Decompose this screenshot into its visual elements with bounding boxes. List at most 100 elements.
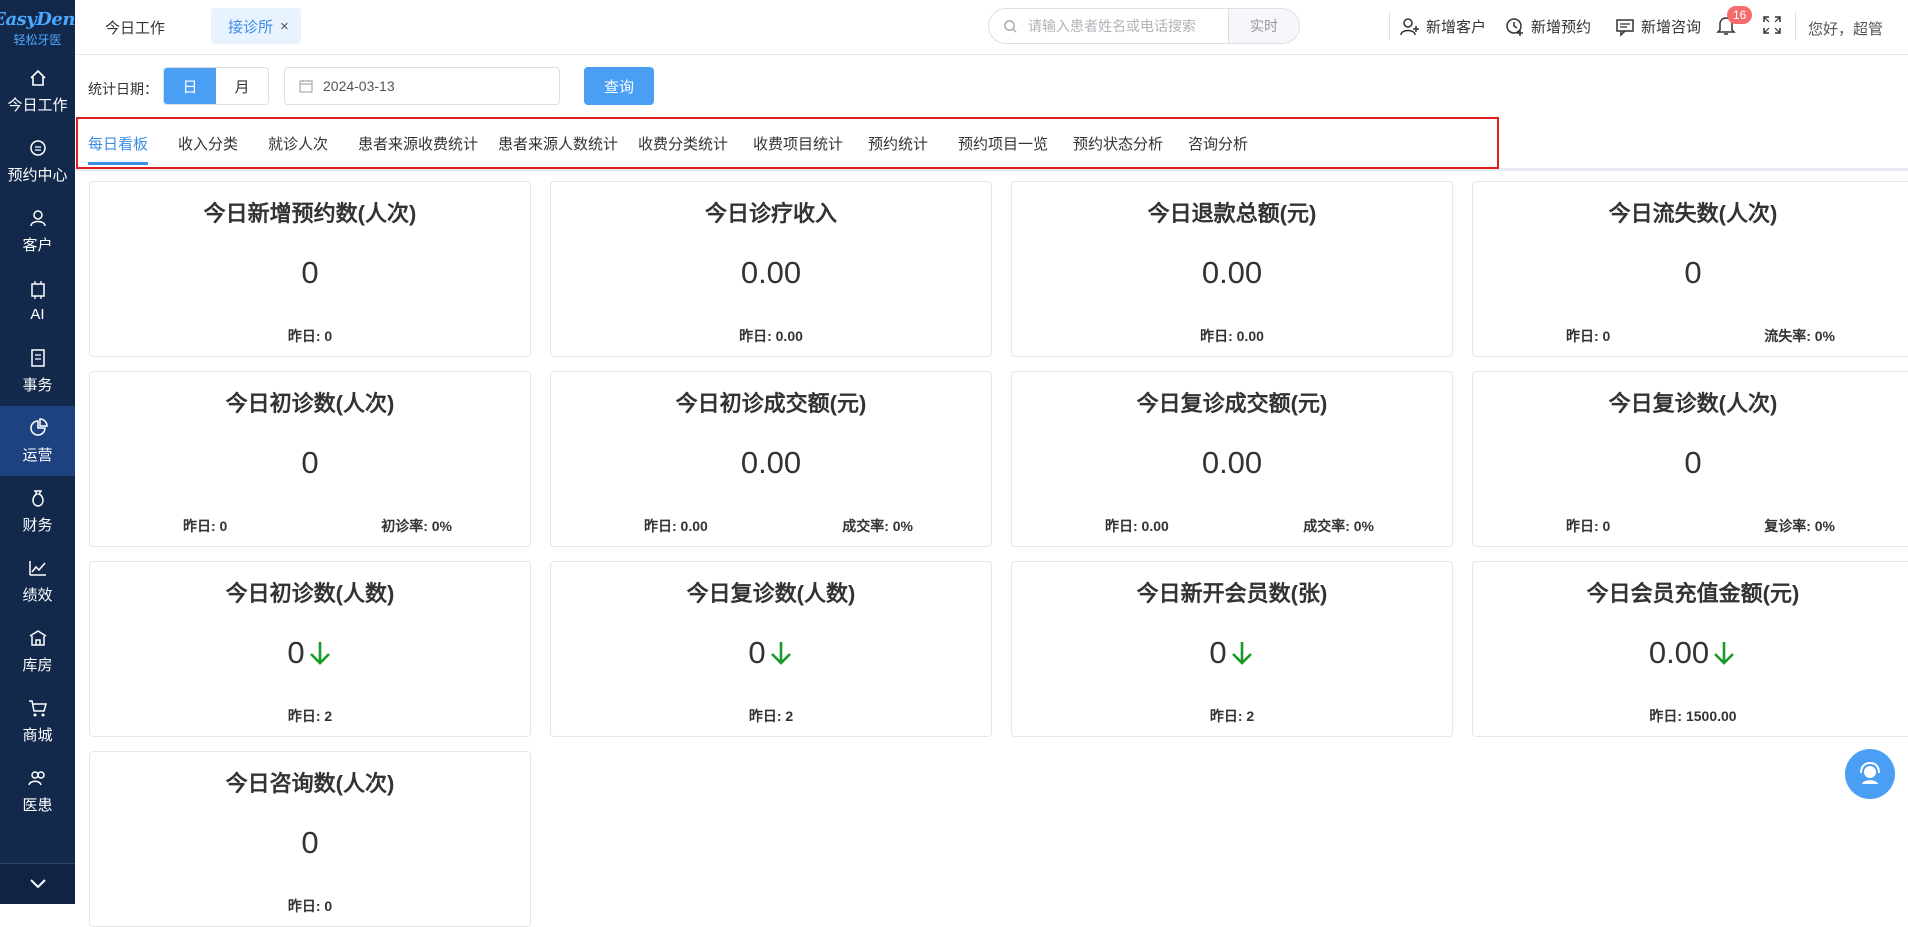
home-icon — [29, 69, 46, 86]
yesterday-value: 昨日: 0 — [1566, 518, 1611, 534]
headset-icon — [1860, 761, 1880, 784]
yesterday-value: 昨日: 0 — [287, 898, 333, 914]
stat-card: 今日复诊成交额(元) 0.00 昨日: 0.00 成交率: 0% — [1011, 371, 1453, 547]
yesterday-value: 昨日: 0 — [183, 518, 228, 534]
value-number: 0.00 — [740, 255, 802, 290]
tab-today-work[interactable]: 今日工作 — [105, 17, 165, 38]
cart-icon — [28, 699, 47, 716]
date-picker[interactable]: 2024-03-13 — [284, 67, 560, 105]
yesterday-value: 昨日: 0 — [287, 328, 333, 344]
stat-tab[interactable]: 收入分类 — [178, 133, 238, 154]
stat-card: 今日咨询数(人次) 0 昨日: 0 — [89, 751, 531, 927]
date-value: 2024-03-13 — [323, 78, 395, 94]
value-number: 0 — [301, 825, 319, 860]
card-title: 今日退款总额(元) — [1147, 201, 1317, 226]
tab-reception[interactable]: 接诊所 × — [211, 8, 301, 44]
tab-reception-label: 接诊所 — [228, 18, 274, 36]
sidebar-item-8[interactable]: 库房 — [0, 616, 75, 686]
user-greeting[interactable]: 您好，超管 — [1808, 18, 1883, 39]
value-number: 0.00 — [1201, 445, 1263, 480]
stat-card: 今日流失数(人次) 0 昨日: 0 流失率: 0% — [1472, 181, 1908, 357]
arrow-down-icon — [770, 642, 791, 665]
card-title: 今日复诊数(人数) — [686, 581, 856, 606]
search-input[interactable] — [1026, 17, 1228, 35]
card-title: 今日会员充值金额(元) — [1586, 581, 1800, 606]
value-number: 0 — [1684, 445, 1702, 480]
sidebar-item-5[interactable]: 运营 — [0, 406, 75, 476]
new-customer-button[interactable]: 新增客户 — [1400, 16, 1486, 37]
chevron-down-icon — [29, 879, 46, 889]
value-number: 0 — [748, 635, 766, 670]
yesterday-value: 昨日: 0.00 — [739, 328, 803, 344]
card-value: 0 — [551, 635, 991, 671]
stat-tab[interactable]: 患者来源人数统计 — [498, 133, 618, 154]
sidebar-item-9[interactable]: 商城 — [0, 686, 75, 756]
day-button[interactable]: 日 — [164, 68, 216, 104]
period-toggle: 日 月 — [163, 67, 269, 105]
sidebar-item-label: 今日工作 — [7, 96, 68, 114]
stat-card: 今日初诊成交额(元) 0.00 昨日: 0.00 成交率: 0% — [550, 371, 992, 547]
yesterday-value: 昨日: 0.00 — [644, 518, 708, 534]
sidebar-item-1[interactable]: 预约中心 — [0, 126, 75, 196]
stat-tab[interactable]: 收费项目统计 — [753, 133, 843, 154]
stat-card: 今日退款总额(元) 0.00 昨日: 0.00 — [1011, 181, 1453, 357]
yesterday-value: 昨日: 1500.00 — [1649, 708, 1737, 724]
card-value: 0.00 — [1012, 445, 1452, 481]
stat-tab[interactable]: 每日看板 — [88, 133, 148, 154]
add-user-icon — [1400, 17, 1419, 35]
message-icon — [1616, 18, 1634, 37]
value-number: 0 — [287, 635, 305, 670]
realtime-button[interactable]: 实时 — [1228, 9, 1299, 43]
card-value: 0.00 — [1473, 635, 1908, 671]
stat-tab[interactable]: 患者来源收费统计 — [358, 133, 478, 154]
month-button[interactable]: 月 — [216, 68, 268, 104]
stat-card: 今日新增预约数(人次) 0 昨日: 0 — [89, 181, 531, 357]
arrow-down-icon — [1231, 642, 1252, 665]
card-value: 0 — [90, 255, 530, 291]
sidebar-expand-button[interactable] — [0, 863, 75, 904]
sidebar-item-label: 客户 — [22, 236, 53, 254]
logo[interactable]: EasyDent 轻松牙医 — [0, 0, 83, 56]
stat-card: 今日复诊数(人数) 0 昨日: 2 — [550, 561, 992, 737]
query-button[interactable]: 查询 — [584, 67, 654, 105]
stat-tab[interactable]: 就诊人次 — [268, 133, 328, 154]
sidebar-item-6[interactable]: 财务 — [0, 476, 75, 546]
rate-value: 流失率: 0% — [1764, 328, 1835, 344]
logo-subtext: 轻松牙医 — [13, 32, 62, 47]
card-value: 0 — [1473, 445, 1908, 481]
stat-card: 今日复诊数(人次) 0 昨日: 0 复诊率: 0% — [1472, 371, 1908, 547]
arrow-down-icon — [1714, 642, 1735, 665]
rate-value: 初诊率: 0% — [381, 518, 452, 534]
stat-tab[interactable]: 咨询分析 — [1188, 133, 1248, 154]
stat-tab[interactable]: 收费分类统计 — [638, 133, 728, 154]
customer-service-button[interactable] — [1845, 749, 1895, 799]
notification-badge: 16 — [1727, 6, 1753, 24]
stat-card: 今日初诊数(人次) 0 昨日: 0 初诊率: 0% — [89, 371, 531, 547]
sidebar-item-4[interactable]: 事务 — [0, 336, 75, 406]
stat-tab[interactable]: 预约项目一览 — [958, 133, 1048, 154]
sidebar-item-3[interactable]: AI — [0, 266, 75, 336]
sidebar-item-label: 商城 — [22, 726, 53, 744]
new-appointment-button[interactable]: 新增预约 — [1505, 16, 1591, 37]
sidebar-item-label: 绩效 — [22, 586, 53, 604]
value-number: 0.00 — [1648, 635, 1710, 670]
fullscreen-icon — [1763, 16, 1781, 34]
filter-bar: 统计日期： 日 月 2024-03-13 查询 — [75, 54, 1908, 120]
sidebar-item-10[interactable]: 医患 — [0, 756, 75, 826]
close-icon[interactable]: × — [280, 18, 289, 35]
new-consult-button[interactable]: 新增咨询 — [1615, 16, 1701, 37]
sidebar-item-2[interactable]: 客户 — [0, 196, 75, 266]
stat-tab[interactable]: 预约状态分析 — [1073, 133, 1163, 154]
card-value: 0 — [90, 825, 530, 861]
yesterday-value: 昨日: 2 — [1209, 708, 1255, 724]
card-value: 0 — [90, 635, 530, 671]
sidebar-item-7[interactable]: 绩效 — [0, 546, 75, 616]
money-bag-icon — [31, 489, 44, 507]
stat-tab[interactable]: 预约统计 — [868, 133, 928, 154]
sidebar-item-0[interactable]: 今日工作 — [0, 56, 75, 126]
stat-card: 今日诊疗收入 0.00 昨日: 0.00 — [550, 181, 992, 357]
stat-tabs-bar: 每日看板 收入分类 就诊人次 患者来源收费统计 患者来源人数统计 收费分类统计 收费项目统计… — [75, 117, 1908, 171]
sidebar-item-label: 运营 — [22, 446, 53, 464]
fullscreen-button[interactable] — [1762, 15, 1782, 40]
notification-button[interactable]: 16 — [1715, 6, 1753, 41]
